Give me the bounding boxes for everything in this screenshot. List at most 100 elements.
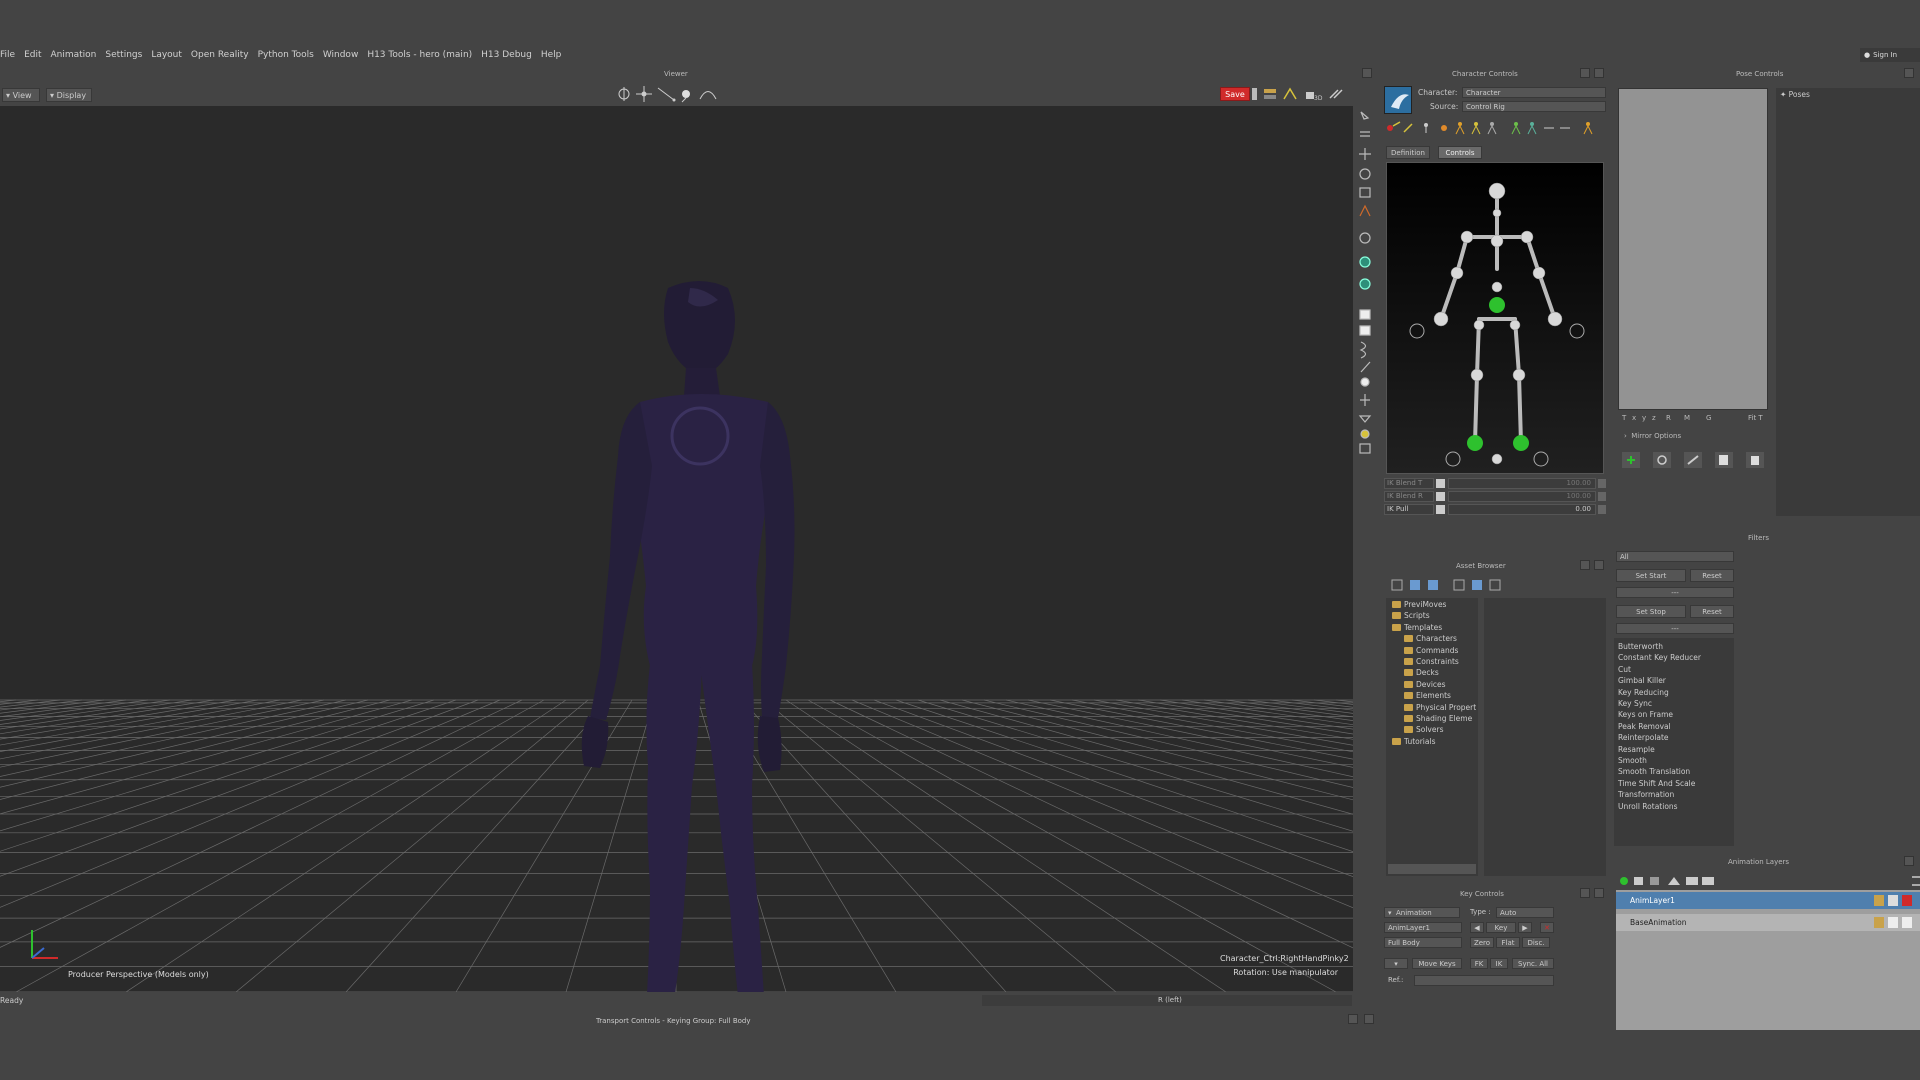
- rotate-icon[interactable]: [1359, 168, 1371, 180]
- ik-row[interactable]: IK Blend T 100.00: [1384, 478, 1606, 489]
- set-start-button[interactable]: Set Start: [1616, 569, 1686, 582]
- layer-solo-icon[interactable]: [1888, 917, 1898, 928]
- joint-right-hip[interactable]: [1509, 319, 1521, 331]
- sun-icon[interactable]: [1441, 125, 1447, 131]
- pose-axis-toggle[interactable]: z: [1652, 414, 1656, 422]
- split-view-icon[interactable]: [1410, 580, 1420, 590]
- stop-value-field[interactable]: ---: [1616, 623, 1734, 634]
- joint-left-elbow[interactable]: [1450, 266, 1464, 280]
- filter-item[interactable]: Keys on Frame: [1618, 710, 1673, 719]
- asset-tree[interactable]: PreviMoves Scripts Templates Characters Comm…: [1386, 598, 1478, 876]
- save-options-icon[interactable]: [1252, 88, 1257, 100]
- transport-float-icon[interactable]: [1348, 1014, 1358, 1024]
- left-foot-expand-icon[interactable]: [1445, 451, 1461, 467]
- display-menu-button[interactable]: ▾ Display: [46, 88, 92, 102]
- pose-axis-toggle[interactable]: y: [1642, 414, 1646, 422]
- view-menu-button[interactable]: ▾ View: [2, 88, 40, 102]
- set-stop-button[interactable]: Set Stop: [1616, 605, 1686, 618]
- menu-item[interactable]: Python Tools: [258, 50, 314, 60]
- delete-key-button[interactable]: ✕: [1540, 922, 1554, 933]
- add-layer-icon[interactable]: [1620, 877, 1628, 885]
- asset-tree-item[interactable]: Solvers: [1404, 725, 1443, 734]
- filter-item[interactable]: Resample: [1618, 745, 1655, 754]
- close-icon[interactable]: [1594, 68, 1604, 78]
- viewport[interactable]: Producer Perspective (Models only) Chara…: [0, 106, 1353, 992]
- sphere-icon[interactable]: [1360, 377, 1370, 387]
- filter-preset-dropdown[interactable]: All: [1616, 551, 1734, 562]
- ik-icon[interactable]: [1359, 204, 1371, 217]
- pose-axis-toggle[interactable]: M: [1684, 414, 1690, 422]
- asset-tree-item[interactable]: Templates: [1392, 623, 1442, 632]
- arc-tool-icon[interactable]: [699, 91, 717, 100]
- tab-controls[interactable]: Controls: [1438, 146, 1482, 159]
- filter-item[interactable]: Key Reducing: [1618, 688, 1669, 697]
- asset-tree-item[interactable]: Constraints: [1404, 657, 1459, 666]
- ik-row-key-icon[interactable]: [1598, 505, 1606, 514]
- layer-mute-icon[interactable]: [1874, 917, 1884, 928]
- scale-icon[interactable]: [1359, 187, 1371, 198]
- pen-icon[interactable]: [1403, 123, 1413, 133]
- transport-close-icon[interactable]: [1364, 1014, 1374, 1024]
- keying-toggle[interactable]: ▾: [1384, 958, 1408, 969]
- layer-mute-icon[interactable]: [1874, 895, 1884, 906]
- skeleton-view[interactable]: [1386, 162, 1604, 474]
- sign-in-button[interactable]: ● Sign In: [1860, 48, 1920, 62]
- figure-orange-icon[interactable]: [1455, 122, 1465, 135]
- filter-item[interactable]: Gimbal Killer: [1618, 676, 1666, 685]
- disc-button[interactable]: Disc.: [1522, 937, 1550, 948]
- tree-view-icon[interactable]: [1391, 579, 1403, 591]
- menu-item[interactable]: H13 Tools - hero (main): [367, 50, 472, 60]
- figure-teal-icon[interactable]: [1527, 122, 1537, 135]
- ik-row-value[interactable]: 100.00: [1448, 478, 1596, 489]
- icon-view-icon[interactable]: [1472, 580, 1482, 590]
- pointer-icon[interactable]: [1360, 111, 1370, 120]
- light-icon[interactable]: [1360, 429, 1370, 439]
- translate-icon[interactable]: [1359, 148, 1371, 160]
- joint-spine[interactable]: [1491, 281, 1503, 293]
- multi-select-icon[interactable]: [1360, 131, 1370, 137]
- figure-gray-icon[interactable]: [1487, 122, 1497, 135]
- joint-right-knee[interactable]: [1512, 368, 1526, 382]
- asset-tree-item[interactable]: PreviMoves: [1392, 600, 1446, 609]
- cube-icon[interactable]: [1359, 325, 1371, 336]
- save-key-button[interactable]: Save: [1220, 87, 1250, 101]
- joint-reference[interactable]: [1491, 453, 1503, 465]
- translate-tool-icon[interactable]: [657, 87, 676, 102]
- flag-icon[interactable]: [1358, 415, 1372, 423]
- viewer-float-icon[interactable]: [1362, 68, 1372, 78]
- asset-tree-item[interactable]: Decks: [1404, 668, 1439, 677]
- prev-key-button[interactable]: ◀: [1470, 922, 1484, 933]
- right-foot-expand-icon[interactable]: [1533, 451, 1549, 467]
- asset-tree-item[interactable]: Tutorials: [1392, 737, 1435, 746]
- asset-tree-item[interactable]: Scripts: [1392, 611, 1430, 620]
- asset-tree-item[interactable]: Physical Propert: [1404, 703, 1476, 712]
- frame-icon[interactable]: [1359, 443, 1371, 454]
- mirror-options[interactable]: › Mirror Options: [1624, 432, 1681, 440]
- layers-menu-icon[interactable]: [1912, 876, 1920, 886]
- menu-item[interactable]: Window: [323, 50, 359, 60]
- panel-float-icon[interactable]: [1580, 68, 1590, 78]
- filter-item[interactable]: Key Sync: [1618, 699, 1652, 708]
- asset-tree-item[interactable]: Devices: [1404, 680, 1446, 689]
- ik-row-checkbox[interactable]: [1436, 505, 1445, 514]
- pencil-icon[interactable]: [1360, 361, 1371, 373]
- left-hand-expand-icon[interactable]: [1409, 323, 1425, 339]
- asset-scrollbar[interactable]: [1388, 864, 1476, 874]
- key-float-icon[interactable]: [1580, 888, 1590, 898]
- menu-item[interactable]: File: [0, 50, 15, 60]
- type-dropdown[interactable]: Auto: [1496, 907, 1554, 918]
- joint-left-knee[interactable]: [1470, 368, 1484, 382]
- key-button[interactable]: Key: [1486, 922, 1516, 933]
- filter-item[interactable]: Reinterpolate: [1618, 733, 1669, 742]
- curve-tool-icon[interactable]: [1359, 341, 1367, 359]
- right-hand-expand-icon[interactable]: [1569, 323, 1585, 339]
- merge-layer-icon[interactable]: [1668, 877, 1680, 885]
- layer-options-icon[interactable]: [1686, 877, 1698, 885]
- ik-row[interactable]: IK Blend R 100.00: [1384, 491, 1606, 502]
- filter-item[interactable]: Smooth Translation: [1618, 767, 1690, 776]
- filter-item[interactable]: Unroll Rotations: [1618, 802, 1678, 811]
- ik-row-value[interactable]: 100.00: [1448, 491, 1596, 502]
- refresh-pose-icon[interactable]: [1653, 452, 1671, 468]
- menu-item[interactable]: Layout: [151, 50, 182, 60]
- menu-item[interactable]: Edit: [24, 50, 41, 60]
